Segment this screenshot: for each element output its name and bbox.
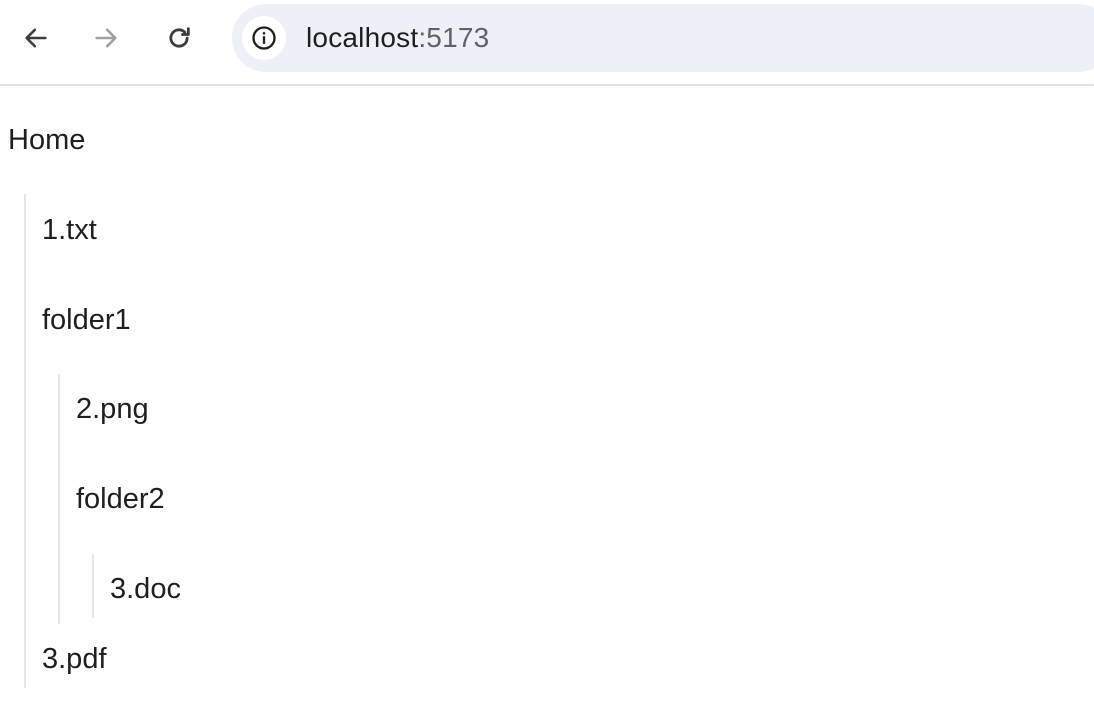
tree-item-file[interactable]: 1.txt (42, 212, 97, 248)
site-info-button[interactable] (242, 16, 286, 60)
tree-guide-level-3 (92, 554, 94, 618)
address-bar[interactable]: localhost:5173 (232, 4, 1094, 72)
tree-item-file[interactable]: 3.doc (110, 571, 181, 607)
tree-item-folder[interactable]: folder2 (76, 481, 165, 517)
reload-icon (169, 27, 190, 48)
reload-button[interactable] (159, 18, 199, 58)
arrow-left-icon (25, 28, 47, 48)
forward-button[interactable] (86, 18, 126, 58)
tree-root-home[interactable]: Home (8, 122, 85, 158)
info-icon (252, 26, 276, 50)
url-port: :5173 (418, 22, 490, 53)
tree-guide-level-1 (24, 194, 26, 688)
page-content: Home 1.txt folder1 2.png folder2 3.doc 3… (0, 86, 1094, 714)
url-host: localhost (306, 22, 419, 53)
tree-item-file[interactable]: 2.png (76, 391, 149, 427)
arrow-right-icon (95, 28, 117, 48)
back-button[interactable] (16, 18, 56, 58)
tree-guide-level-2 (58, 374, 60, 624)
tree-item-file[interactable]: 3.pdf (42, 641, 107, 677)
tree-item-folder[interactable]: folder1 (42, 302, 131, 338)
url-text[interactable]: localhost:5173 (306, 23, 489, 53)
browser-toolbar: localhost:5173 (0, 0, 1094, 86)
